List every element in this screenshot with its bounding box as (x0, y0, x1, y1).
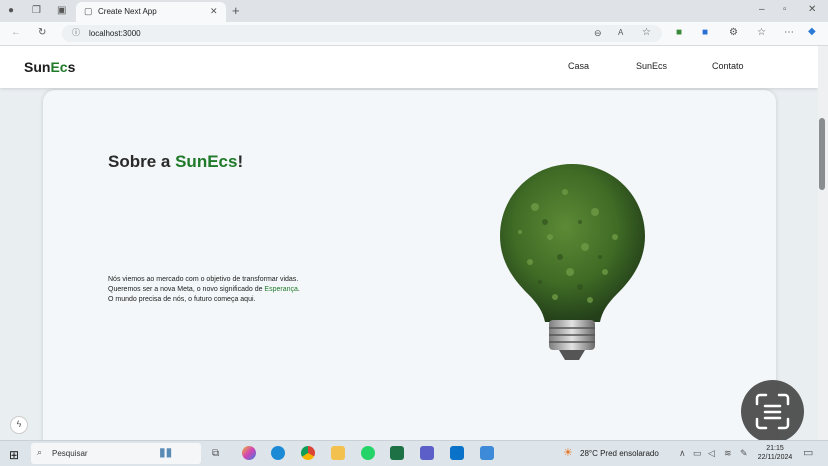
logo-part: s (67, 59, 76, 75)
whatsapp-icon[interactable] (361, 446, 375, 460)
browser-tab[interactable]: ▢ Create Next App ✕ (76, 2, 226, 22)
network-icon[interactable]: ▭ (693, 449, 702, 458)
zoom-icon[interactable]: ⊖ (594, 29, 602, 38)
window-close-icon[interactable]: ✕ (808, 5, 816, 15)
tray-chevron-icon[interactable]: ∧ (679, 449, 686, 458)
search-highlight-icon: ▮▮ (159, 445, 173, 459)
tab-actions-icon[interactable]: ▣ (57, 6, 66, 16)
line-text: Queremos ser a nova Meta, o novo signifi… (108, 286, 265, 293)
line-highlight: Esperança (264, 286, 298, 293)
about-title: Sobre a SunEcs! (108, 152, 243, 172)
favorites-bar-icon[interactable]: ☆ (757, 28, 766, 38)
teams-icon[interactable] (420, 446, 434, 460)
minimize-icon[interactable]: – (759, 5, 765, 15)
windows-start-icon[interactable]: ⊞ (9, 449, 19, 461)
clock-date: 22/11/2024 (757, 454, 793, 461)
copilot-taskbar-icon[interactable] (242, 446, 256, 460)
remote-desktop-icon[interactable] (480, 446, 494, 460)
about-paragraph: Nós viemos ao mercado com o objetivo de … (108, 275, 300, 305)
about-card (43, 90, 776, 440)
address-bar[interactable]: ⓘ localhost:3000 ⊖ A ☆ (62, 25, 662, 42)
close-icon[interactable]: ✕ (210, 7, 218, 16)
url-text: localhost:3000 (89, 29, 141, 38)
profile-icon[interactable]: ● (8, 6, 14, 16)
extension-icon[interactable]: ⚙ (729, 28, 738, 38)
about-line: Queremos ser a nova Meta, o novo signifi… (108, 285, 300, 295)
settings-menu-icon[interactable]: ⋯ (784, 28, 794, 38)
info-icon[interactable]: ⓘ (72, 29, 80, 37)
title-text: Sobre a (108, 152, 176, 171)
dev-tools-indicator-icon[interactable]: ϟ (10, 416, 28, 434)
file-explorer-icon[interactable] (331, 446, 345, 460)
visual-search-button[interactable] (741, 380, 804, 443)
wifi-icon[interactable]: ≋ (724, 449, 732, 458)
search-icon: ⌕ (37, 447, 43, 457)
copilot-icon[interactable]: ◆ (808, 27, 816, 37)
vscode-icon[interactable] (450, 446, 464, 460)
logo-part: Sun (24, 59, 51, 75)
extension-icon[interactable]: ■ (702, 28, 708, 38)
volume-icon[interactable]: ◁ (708, 449, 715, 458)
about-line: O mundo precisa de nós, o futuro começa … (108, 296, 256, 303)
back-icon[interactable]: ← (11, 28, 21, 38)
browser-toolbar: ← ↻ ⓘ localhost:3000 ⊖ A ☆ ■ ■ ⚙ ☆ ⋯ ◆ (0, 22, 828, 46)
title-brand: SunEcs (175, 152, 238, 171)
excel-icon[interactable] (390, 446, 404, 460)
taskbar-clock[interactable]: 21:15 22/11/2024 (754, 444, 796, 462)
visual-search-icon (755, 393, 790, 430)
extension-icon[interactable]: ■ (676, 28, 682, 38)
bulb-tip (559, 350, 585, 360)
maximize-icon[interactable]: ▫ (783, 5, 787, 15)
nav-link-contato[interactable]: Contato (712, 61, 744, 71)
notifications-icon[interactable]: ▭ (803, 448, 813, 459)
weather-text[interactable]: 28°C Pred ensolarado (580, 449, 659, 458)
logo-highlight: Ec (50, 59, 68, 75)
clock-time: 21:15 (766, 445, 784, 452)
browser-tab-bar: ● ❐ ▣ ▢ Create Next App ✕ + – ▫ ✕ (0, 0, 828, 22)
web-page: SunEcs Casa SunEcs Contato Sobre a SunEc… (0, 46, 818, 440)
scrollbar-thumb[interactable] (819, 118, 825, 190)
read-aloud-icon[interactable]: A (618, 29, 623, 37)
refresh-icon[interactable]: ↻ (38, 28, 46, 38)
favorite-icon[interactable]: ☆ (642, 28, 651, 38)
taskbar-search[interactable]: ⌕ Pesquisar ▮▮ (31, 443, 201, 464)
edge-icon[interactable] (271, 446, 285, 460)
moss-lightbulb-image (500, 164, 645, 360)
task-view-icon[interactable]: ⧉ (212, 449, 219, 459)
chrome-icon[interactable] (301, 446, 315, 460)
about-line: Nós viemos ao mercado com o objetivo de … (108, 276, 299, 283)
workspaces-icon[interactable]: ❐ (32, 6, 41, 16)
new-tab-icon[interactable]: + (232, 4, 240, 17)
page-scrollbar[interactable] (818, 46, 828, 440)
site-navbar: SunEcs Casa SunEcs Contato (0, 46, 818, 88)
site-logo[interactable]: SunEcs (24, 59, 75, 75)
nav-link-sunecs[interactable]: SunEcs (636, 61, 667, 71)
line-text: . (297, 286, 300, 293)
pen-icon[interactable]: ✎ (740, 449, 748, 458)
page-favicon: ▢ (84, 6, 93, 16)
weather-icon[interactable]: ☀ (563, 448, 573, 459)
nav-link-casa[interactable]: Casa (568, 61, 589, 71)
bulb-glass (500, 164, 645, 322)
search-placeholder: Pesquisar (52, 449, 88, 458)
title-text: ! (237, 152, 244, 171)
tab-title: Create Next App (98, 7, 157, 16)
